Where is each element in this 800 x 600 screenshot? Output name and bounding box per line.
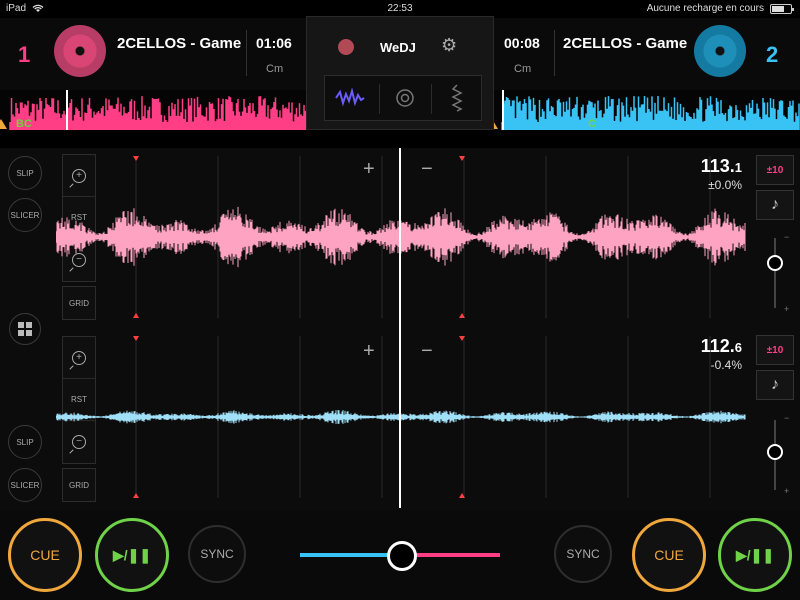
deck2-vinyl-icon[interactable] xyxy=(694,25,746,77)
deck1-overview-cursor xyxy=(66,90,68,130)
app-logo: WeDJ xyxy=(380,40,416,55)
deck2-cue-button[interactable]: CUE xyxy=(632,518,706,592)
deck1-pitch-knob[interactable] xyxy=(767,254,783,271)
deck2-key-lock-button[interactable]: ♪ xyxy=(756,370,794,400)
deck2-cue-marker-icon xyxy=(494,119,498,129)
divider xyxy=(379,84,380,114)
vertical-waveform-icon[interactable] xyxy=(450,84,464,112)
deck2-key: Cm xyxy=(514,63,532,75)
deck1-key-lock-button[interactable]: ♪ xyxy=(756,190,794,220)
view-mode-selector xyxy=(324,75,482,121)
divider xyxy=(431,84,432,114)
deck1-play-pause-button[interactable]: ▶/❚❚ xyxy=(95,518,169,592)
deck2-slip-button[interactable]: SLIP xyxy=(8,425,42,459)
deck1-overview-key: BC xyxy=(16,118,32,130)
deck1-pitch-plus: + xyxy=(784,304,790,314)
deck1-key: Cm xyxy=(266,63,284,75)
deck1-pitch-minus: − xyxy=(784,232,790,242)
deck2-pitch-range-button[interactable]: ±10 xyxy=(756,335,794,365)
deck2-bpm-frac: 6 xyxy=(734,340,742,355)
deck1-slicer-button[interactable]: SLICER xyxy=(8,198,42,232)
deck1-bpm-int: 113. xyxy=(700,156,735,176)
deck2-track-title[interactable]: 2CELLOS - Game xyxy=(563,35,688,52)
deck2-pitch: -0.4% xyxy=(710,358,742,372)
deck1-pitch-slider[interactable] xyxy=(774,238,776,308)
deck2-waveform-panel[interactable] xyxy=(55,328,746,506)
music-note-icon: ♪ xyxy=(771,196,779,213)
charging-status: Aucune recharge en cours xyxy=(646,3,764,14)
deck1-bpm-frac: 1 xyxy=(734,160,742,175)
record-button[interactable] xyxy=(338,39,354,55)
divider xyxy=(246,30,247,76)
deck2-pitch-knob[interactable] xyxy=(767,443,783,460)
playhead xyxy=(399,148,401,508)
deck1-bpm: 113.1 xyxy=(701,156,742,177)
deck1-slip-button[interactable]: SLIP xyxy=(8,156,42,190)
deck1-overview-waveform xyxy=(9,96,306,130)
deck1-zoom-minus[interactable]: − xyxy=(421,158,433,181)
deck2-pitch-minus: − xyxy=(784,413,790,423)
deck2-waveform xyxy=(55,336,746,498)
jog-view-icon[interactable] xyxy=(395,88,415,108)
deck2-overview-waveform xyxy=(501,96,800,130)
deck2-sync-button[interactable]: SYNC xyxy=(554,525,612,583)
center-panel: WeDJ ⚙ xyxy=(306,16,494,130)
deck2-bpm: 112.6 xyxy=(701,336,742,357)
deck2-zoom-minus[interactable]: − xyxy=(421,340,433,363)
battery-icon xyxy=(770,3,794,14)
music-note-icon: ♪ xyxy=(771,376,779,393)
deck1-pitch: ±0.0% xyxy=(708,178,742,192)
deck1-time: 01:06 xyxy=(256,35,292,51)
transport-bar: CUE ▶/❚❚ SYNC SYNC CUE ▶/❚❚ xyxy=(0,510,800,600)
deck1-sync-button[interactable]: SYNC xyxy=(188,525,246,583)
gear-icon[interactable]: ⚙ xyxy=(441,35,457,56)
deck2-zoom-plus[interactable]: + xyxy=(363,340,375,363)
deck2-slicer-button[interactable]: SLICER xyxy=(8,468,42,502)
layout-grid-icon[interactable] xyxy=(9,313,41,345)
deck1-vinyl-icon[interactable] xyxy=(54,25,106,77)
deck1-number: 1 xyxy=(18,42,31,67)
deck2-overview-key: C xyxy=(588,118,596,130)
waveform-view-icon[interactable] xyxy=(335,88,365,108)
crossfader-knob[interactable] xyxy=(387,541,417,571)
deck1-pitch-range-button[interactable]: ±10 xyxy=(756,155,794,185)
deck1-waveform-panel[interactable] xyxy=(55,148,746,326)
deck2-overview-cursor xyxy=(502,90,504,130)
deck1-track-title[interactable]: 2CELLOS - Game xyxy=(117,35,242,52)
deck2-bpm-int: 112. xyxy=(700,336,735,356)
deck1-overview[interactable]: BC xyxy=(0,90,306,130)
deck2-number: 2 xyxy=(766,42,779,67)
deck1-cue-marker-icon xyxy=(0,119,7,129)
deck2-play-pause-button[interactable]: ▶/❚❚ xyxy=(718,518,792,592)
deck1-waveform xyxy=(55,156,746,318)
divider xyxy=(554,30,555,76)
deck1-cue-button[interactable]: CUE xyxy=(8,518,82,592)
deck2-time: 00:08 xyxy=(504,35,540,51)
deck1-zoom-plus[interactable]: + xyxy=(363,158,375,181)
deck2-pitch-plus: + xyxy=(784,486,790,496)
deck2-overview[interactable]: C xyxy=(494,90,800,130)
